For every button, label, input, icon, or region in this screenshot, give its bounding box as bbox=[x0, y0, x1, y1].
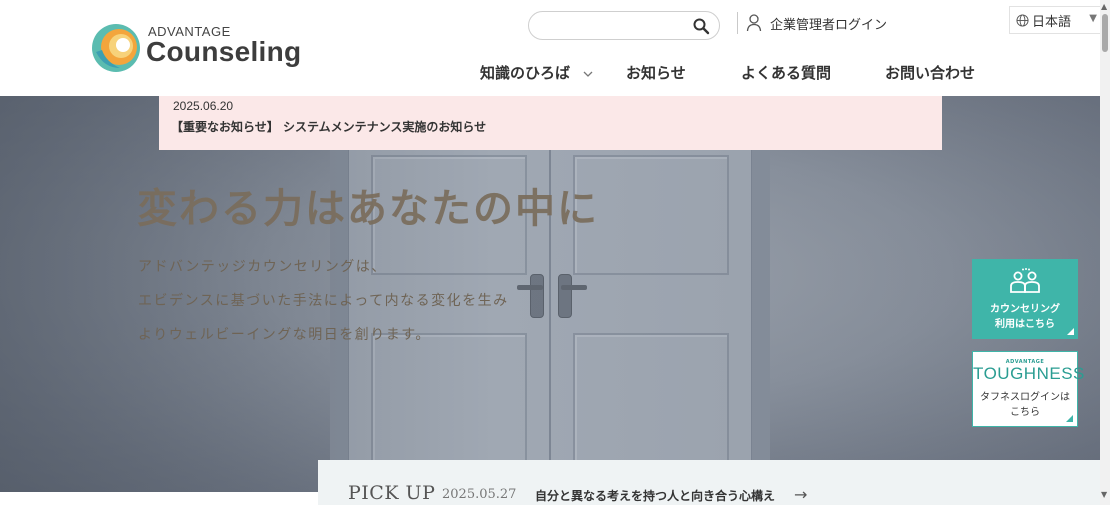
header-divider bbox=[737, 12, 738, 34]
site-header: ADVANTAGE Counseling 企業管理者ログイン 日本語 ▼ 知識の… bbox=[0, 0, 1102, 96]
language-selected: 日本語 bbox=[1032, 14, 1072, 30]
pickup-date: 2025.05.27 bbox=[442, 487, 517, 502]
logo-mark-icon bbox=[92, 24, 140, 72]
people-icon bbox=[1010, 268, 1040, 293]
search-icon[interactable] bbox=[692, 17, 710, 35]
counseling-widget-button[interactable]: カウンセリング 利用はこちら bbox=[972, 259, 1078, 339]
notice-title[interactable]: 【重要なお知らせ】 システムメンテナンス実施のお知らせ bbox=[171, 118, 486, 135]
scroll-up-icon[interactable]: ▲ bbox=[1101, 2, 1107, 11]
nav-item-contact[interactable]: お問い合わせ bbox=[885, 62, 975, 83]
globe-icon bbox=[1016, 13, 1029, 27]
counseling-widget-line: カウンセリング bbox=[990, 304, 1060, 315]
pickup-title[interactable]: 自分と異なる考えを持つ人と向き合う心構え bbox=[535, 487, 775, 504]
corner-triangle-icon bbox=[1066, 415, 1073, 422]
logo-brand-name: Counseling bbox=[146, 36, 302, 67]
nav-item-label: お知らせ bbox=[626, 64, 686, 82]
page-scrollbar[interactable]: ▲ ▼ bbox=[1100, 0, 1110, 505]
toughness-widget-label: タフネスログインは こちら bbox=[973, 390, 1077, 420]
scrollbar-thumb[interactable] bbox=[1102, 14, 1108, 52]
pickup-label: PICK UP bbox=[348, 482, 436, 504]
caret-down-icon: ▼ bbox=[1089, 13, 1097, 24]
nav-item-faq[interactable]: よくある質問 bbox=[741, 62, 831, 83]
admin-login-link[interactable]: 企業管理者ログイン bbox=[746, 12, 887, 34]
user-icon bbox=[746, 14, 762, 32]
scroll-down-icon[interactable]: ▼ bbox=[1101, 490, 1107, 499]
toughness-widget-line: こちら bbox=[1010, 407, 1040, 418]
pickup-bar[interactable]: PICK UP 2025.05.27 自分と異なる考えを持つ人と向き合う心構え … bbox=[318, 460, 1100, 505]
toughness-widget-button[interactable]: ADVANTAGE TOUGHNESS タフネスログインは こちら bbox=[972, 351, 1085, 427]
arrow-right-icon[interactable]: → bbox=[794, 485, 807, 504]
toughness-widget-line: タフネスログインは bbox=[980, 392, 1070, 403]
toughness-brand-logo: TOUGHNESS bbox=[973, 364, 1085, 383]
nav-item-label: よくある質問 bbox=[741, 64, 832, 82]
counseling-widget-line: 利用はこちら bbox=[995, 319, 1055, 330]
nav-item-label: 知識のひろば bbox=[480, 64, 571, 82]
search-input[interactable] bbox=[541, 17, 691, 35]
search-box[interactable] bbox=[528, 11, 720, 40]
hero-banner: 変わる力はあなたの中に アドバンテッジカウンセリングは、 エビデンスに基づいた手… bbox=[0, 96, 1100, 492]
language-select[interactable]: 日本語 ▼ bbox=[1009, 6, 1102, 34]
hero-title: 変わる力はあなたの中に bbox=[137, 185, 599, 232]
counseling-widget-label: カウンセリング 利用はこちら bbox=[972, 302, 1078, 332]
nav-item-knowledge[interactable]: 知識のひろば bbox=[480, 62, 593, 83]
site-logo[interactable]: ADVANTAGE Counseling bbox=[90, 20, 302, 76]
nav-item-label: お問い合わせ bbox=[885, 64, 976, 82]
hero-copy-line: アドバンテッジカウンセリングは、 bbox=[138, 259, 387, 275]
important-notice[interactable]: 2025.06.20 【重要なお知らせ】 システムメンテナンス実施のお知らせ bbox=[159, 96, 942, 150]
hero-copy-line: よりウェルビーイングな明日を創ります。 bbox=[138, 327, 431, 343]
admin-login-label: 企業管理者ログイン bbox=[770, 17, 888, 33]
chevron-down-icon bbox=[583, 71, 593, 77]
nav-item-news[interactable]: お知らせ bbox=[626, 62, 686, 83]
corner-triangle-icon bbox=[1067, 328, 1074, 335]
notice-date: 2025.06.20 bbox=[173, 99, 234, 113]
hero-copy-line: エビデンスに基づいた手法によって内なる変化を生み bbox=[138, 293, 509, 309]
